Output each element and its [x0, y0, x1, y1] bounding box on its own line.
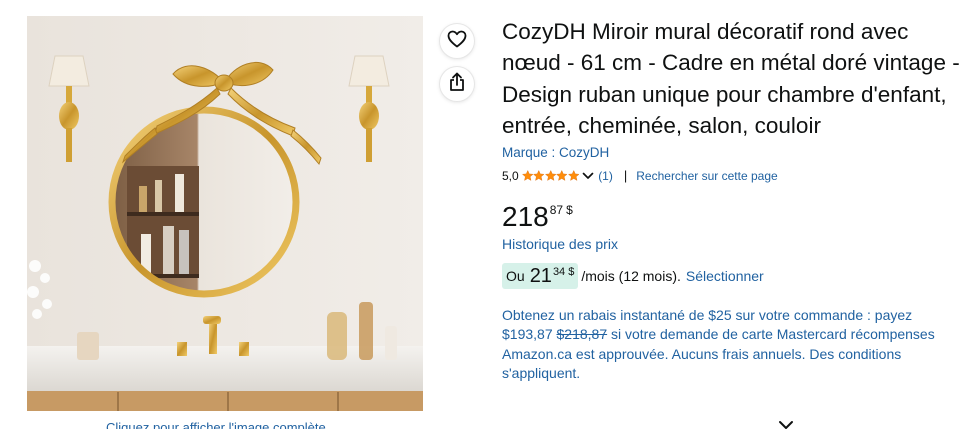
share-icon: [448, 72, 466, 97]
monthly-currency: $: [568, 265, 575, 278]
search-this-page-link[interactable]: Rechercher sur cette page: [636, 169, 777, 183]
mirror-photo: [27, 16, 423, 411]
promo-strike-price: $218,87: [556, 326, 608, 343]
brand-link[interactable]: Marque : CozyDH: [502, 145, 609, 160]
star-icon: [544, 170, 557, 182]
monthly-payment-badge: Ou 21 34 $: [502, 262, 579, 289]
star-icon: [556, 170, 568, 182]
price: 218 87 $: [502, 200, 972, 232]
divider: |: [623, 168, 628, 184]
rating-value: 5,0: [502, 168, 519, 183]
monthly-terms: /mois (12 mois).: [581, 267, 681, 284]
price-currency: $: [566, 202, 573, 217]
monthly-payment-row: Ou 21 34 $ /mois (12 mois). Sélectionner: [502, 262, 972, 289]
select-installments-link[interactable]: Sélectionner: [686, 268, 764, 284]
mastercard-promo-link[interactable]: Obtenez un rabais instantané de $25 sur …: [502, 306, 957, 384]
price-fraction: 87: [549, 202, 564, 217]
review-count-link[interactable]: (1): [598, 169, 613, 183]
product-info: CozyDH Miroir mural décoratif rond avec …: [502, 16, 972, 384]
monthly-prefix: Ou: [506, 267, 525, 284]
monthly-whole: 21: [529, 264, 552, 287]
price-whole: 218: [502, 200, 549, 232]
star-icon: [567, 170, 580, 182]
wishlist-button[interactable]: [440, 24, 474, 58]
share-button[interactable]: [440, 67, 474, 101]
expand-chevron-icon[interactable]: [778, 420, 794, 429]
product-title: CozyDH Miroir mural décoratif rond avec …: [502, 19, 960, 139]
star-icon: [521, 170, 534, 182]
star-icon: [533, 170, 545, 182]
star-rating[interactable]: [521, 170, 580, 182]
heart-icon: [447, 30, 467, 53]
view-full-image-link[interactable]: Cliquez pour afficher l'image complète: [106, 420, 326, 429]
price-history-link[interactable]: Historique des prix: [502, 236, 618, 252]
monthly-fraction: 34: [552, 265, 566, 278]
chevron-down-icon[interactable]: [582, 172, 594, 180]
product-image[interactable]: [27, 16, 423, 411]
rating-row: 5,0 (1) | Rechercher sur cette page: [502, 167, 972, 185]
